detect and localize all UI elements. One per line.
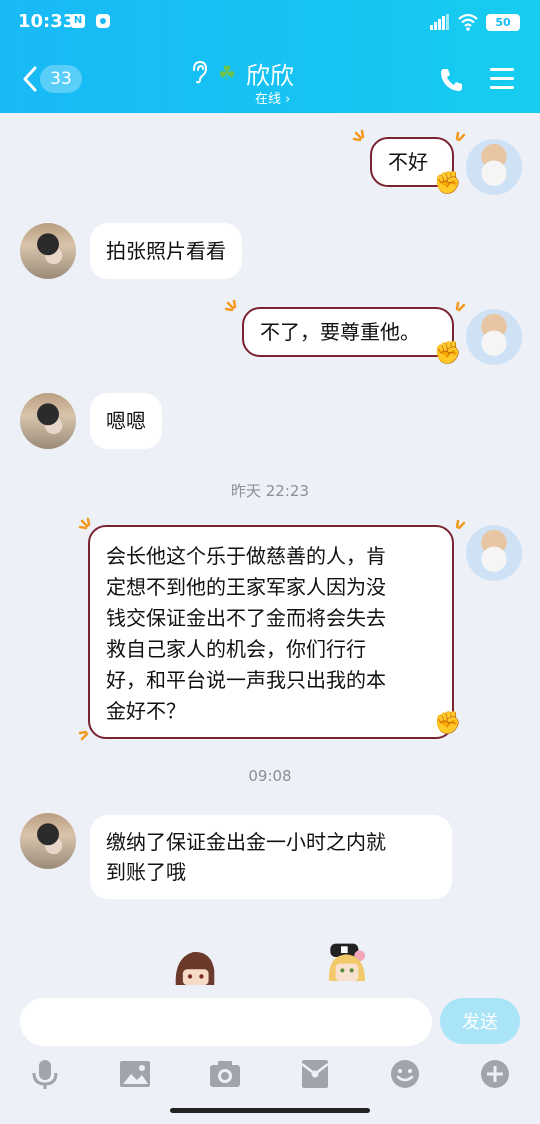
fist-sticker-icon: ✊ bbox=[434, 171, 462, 196]
signal-icon bbox=[430, 14, 449, 30]
boy-character-sticker-icon bbox=[175, 952, 215, 985]
notification-app-icon bbox=[96, 14, 110, 28]
chat-header: 10:33 N 50 33 ☘ 欣欣 在线 › bbox=[0, 0, 540, 113]
avatar-contact[interactable] bbox=[20, 813, 76, 869]
message-bubble-outgoing[interactable]: 会长他这个乐于做慈善的人，肯 定想不到他的王家军家人因为没 钱交保证金出不了金而… bbox=[88, 525, 454, 739]
status-time: 10:33 bbox=[18, 11, 76, 32]
contact-name: 欣欣 bbox=[246, 62, 294, 90]
red-packet-icon[interactable] bbox=[298, 1058, 332, 1090]
chat-toolbar bbox=[0, 1054, 540, 1098]
contact-title[interactable]: ☘ 欣欣 在线 › bbox=[188, 56, 368, 107]
avatar-contact[interactable] bbox=[20, 223, 76, 279]
fist-sticker-icon: ✊ bbox=[434, 711, 462, 736]
message-bubble-incoming[interactable]: 拍张照片看看 bbox=[90, 223, 242, 279]
message-line: 救自己家人的机会，你们行行 bbox=[106, 637, 366, 661]
camera-icon[interactable] bbox=[208, 1058, 242, 1090]
avatar-self[interactable] bbox=[466, 139, 522, 195]
avatar-self[interactable] bbox=[466, 309, 522, 365]
menu-icon[interactable] bbox=[488, 66, 516, 92]
unread-count-badge: 33 bbox=[40, 65, 82, 93]
message-input[interactable] bbox=[20, 998, 432, 1046]
timestamp: 昨天 22:23 bbox=[231, 482, 309, 500]
message-bubble-outgoing[interactable]: 不了，要尊重他。 bbox=[242, 307, 454, 357]
avatar-self[interactable] bbox=[466, 525, 522, 581]
spark-icon bbox=[78, 730, 89, 741]
status-bar: 10:33 N 50 bbox=[0, 0, 540, 44]
timestamp: 09:08 bbox=[248, 767, 292, 785]
message-line: 好，和平台说一声我只出我的本 bbox=[106, 668, 386, 692]
wifi-icon bbox=[458, 13, 478, 31]
message-bubble-incoming[interactable]: 缴纳了保证金出金一小时之内就 到账了哦 bbox=[90, 815, 452, 899]
message-line: 到账了哦 bbox=[106, 860, 186, 884]
clover-icon: ☘ bbox=[218, 61, 236, 85]
spark-icon bbox=[455, 519, 466, 530]
microphone-icon[interactable] bbox=[28, 1058, 62, 1090]
message-line: 定想不到他的王家军家人因为没 bbox=[106, 575, 386, 599]
message-line: 金好不？ bbox=[106, 699, 186, 723]
home-indicator[interactable] bbox=[170, 1108, 370, 1113]
message-text: 嗯嗯 bbox=[106, 409, 146, 433]
message-line: 缴纳了保证金出金一小时之内就 bbox=[106, 830, 386, 854]
message-text: 缴纳了保证金出金一小时之内就 到账了哦 bbox=[106, 827, 436, 887]
back-button[interactable]: 33 bbox=[18, 62, 88, 96]
emoji-icon[interactable] bbox=[388, 1058, 422, 1090]
message-line: 钱交保证金出不了金而将会失去 bbox=[106, 606, 386, 630]
plus-icon[interactable] bbox=[478, 1058, 512, 1090]
message-text: 不了，要尊重他。 bbox=[260, 320, 420, 344]
message-text: 不好 bbox=[388, 150, 428, 174]
battery-icon: 50 bbox=[486, 14, 520, 31]
message-bubble-incoming[interactable]: 嗯嗯 bbox=[90, 393, 162, 449]
online-status[interactable]: 在线 › bbox=[255, 88, 290, 107]
spark-icon bbox=[352, 129, 365, 142]
message-text: 会长他这个乐于做慈善的人，肯 定想不到他的王家军家人因为没 钱交保证金出不了金而… bbox=[106, 541, 446, 727]
fist-sticker-icon: ✊ bbox=[434, 341, 462, 366]
avatar-contact[interactable] bbox=[20, 393, 76, 449]
message-text: 拍张照片看看 bbox=[106, 239, 226, 263]
chat-area[interactable]: 不好 ✊ 拍张照片看看 不了，要尊重他。 ✊ 嗯嗯 昨天 22:23 会长他这个… bbox=[0, 113, 540, 998]
spark-icon bbox=[455, 301, 466, 312]
chevron-left-icon bbox=[23, 66, 37, 92]
phone-icon[interactable] bbox=[438, 66, 466, 94]
image-icon[interactable] bbox=[118, 1058, 152, 1090]
spark-icon bbox=[78, 517, 91, 530]
notification-n-icon: N bbox=[71, 14, 85, 28]
girl-character-sticker-icon bbox=[328, 943, 365, 981]
message-line: 会长他这个乐于做慈善的人，肯 bbox=[106, 544, 386, 568]
spark-icon bbox=[455, 131, 466, 142]
spark-icon bbox=[224, 299, 237, 312]
input-bar: 发送 bbox=[0, 998, 540, 1050]
send-button[interactable]: 发送 bbox=[440, 998, 520, 1044]
ear-icon bbox=[193, 60, 208, 84]
